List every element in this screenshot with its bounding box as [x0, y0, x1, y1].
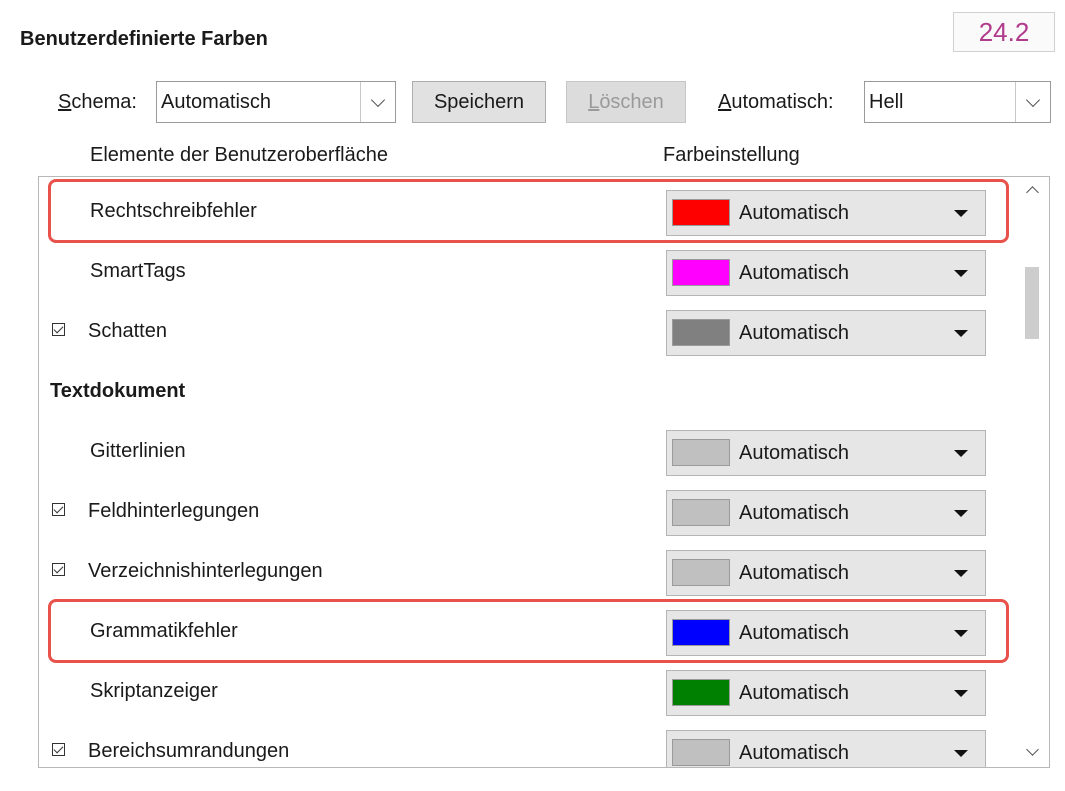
color-dropdown[interactable]: Automatisch: [666, 730, 986, 767]
dropdown-arrow-icon: [954, 750, 968, 757]
color-value-label: Automatisch: [739, 322, 850, 344]
item-label: Gitterlinien: [90, 440, 186, 462]
scroll-thumb[interactable]: [1025, 267, 1039, 339]
list-item[interactable]: Bereichsumrandungen Automatisch: [39, 721, 1009, 767]
checkbox-icon[interactable]: [52, 503, 65, 516]
item-label: Bereichsumrandungen: [88, 740, 290, 762]
color-dropdown[interactable]: Automatisch: [666, 250, 986, 296]
checkbox-icon[interactable]: [52, 323, 65, 336]
scroll-down-icon[interactable]: [1015, 739, 1049, 767]
dropdown-arrow-icon: [954, 570, 968, 577]
color-swatch: [672, 439, 730, 466]
dropdown-arrow-icon: [954, 270, 968, 277]
item-label: Verzeichnishinterlegungen: [88, 560, 323, 582]
schema-label: Schema:: [58, 91, 137, 113]
category-row: Textdokument: [39, 361, 1009, 421]
chevron-down-icon: [1015, 82, 1050, 122]
color-dropdown[interactable]: Automatisch: [666, 430, 986, 476]
color-dropdown[interactable]: Automatisch: [666, 670, 986, 716]
highlight-box: [48, 599, 1009, 663]
list-item[interactable]: Rechtschreibfehler Automatisch: [39, 179, 1009, 243]
auto-select[interactable]: Hell: [864, 81, 1051, 123]
scroll-up-icon[interactable]: [1015, 177, 1049, 205]
item-label: Skriptanzeiger: [90, 680, 218, 702]
color-value-label: Automatisch: [739, 742, 850, 764]
color-swatch: [672, 739, 730, 766]
item-label: Feldhinterlegungen: [88, 500, 260, 522]
item-label: SmartTags: [90, 260, 186, 282]
list-item[interactable]: Schatten Automatisch: [39, 301, 1009, 361]
highlight-box: [48, 179, 1009, 243]
schema-select-value: Automatisch: [161, 91, 272, 113]
dropdown-arrow-icon: [954, 330, 968, 337]
checkbox-icon[interactable]: [52, 563, 65, 576]
dropdown-arrow-icon: [954, 450, 968, 457]
dropdown-arrow-icon: [954, 510, 968, 517]
list-item[interactable]: Feldhinterlegungen Automatisch: [39, 481, 1009, 541]
item-label: Schatten: [88, 320, 167, 342]
category-label: Textdokument: [50, 380, 186, 402]
delete-button[interactable]: Löschen: [566, 81, 686, 123]
color-settings-list[interactable]: Rechtschreibfehler Automatisch SmartTags Au…: [38, 176, 1050, 768]
color-swatch: [672, 499, 730, 526]
color-value-label: Automatisch: [739, 562, 850, 584]
auto-select-value: Hell: [869, 91, 904, 113]
list-item[interactable]: Verzeichnishinterlegungen Automatisch: [39, 541, 1009, 601]
vertical-scrollbar[interactable]: [1015, 177, 1049, 767]
color-dropdown[interactable]: Automatisch: [666, 310, 986, 356]
dropdown-arrow-icon: [954, 690, 968, 697]
checkbox-icon[interactable]: [52, 743, 65, 756]
chevron-down-icon: [360, 82, 395, 122]
color-swatch: [672, 319, 730, 346]
color-value-label: Automatisch: [739, 442, 850, 464]
color-swatch: [672, 559, 730, 586]
list-item[interactable]: Gitterlinien Automatisch: [39, 421, 1009, 481]
save-button[interactable]: Speichern: [412, 81, 546, 123]
list-item[interactable]: Grammatikfehler Automatisch: [39, 599, 1009, 663]
column-header-setting: Farbeinstellung: [663, 144, 800, 166]
section-title: Benutzerdefinierte Farben: [20, 28, 268, 50]
color-dropdown[interactable]: Automatisch: [666, 550, 986, 596]
color-dropdown[interactable]: Automatisch: [666, 490, 986, 536]
list-item[interactable]: SmartTags Automatisch: [39, 241, 1009, 301]
color-value-label: Automatisch: [739, 262, 850, 284]
color-value-label: Automatisch: [739, 682, 850, 704]
color-swatch: [672, 259, 730, 286]
auto-label: Automatisch:: [718, 91, 834, 113]
color-swatch: [672, 679, 730, 706]
schema-select[interactable]: Automatisch: [156, 81, 396, 123]
version-badge: 24.2: [953, 12, 1055, 52]
column-header-elements: Elemente der Benutzeroberfläche: [90, 144, 388, 166]
list-item[interactable]: Skriptanzeiger Automatisch: [39, 661, 1009, 721]
color-value-label: Automatisch: [739, 502, 850, 524]
